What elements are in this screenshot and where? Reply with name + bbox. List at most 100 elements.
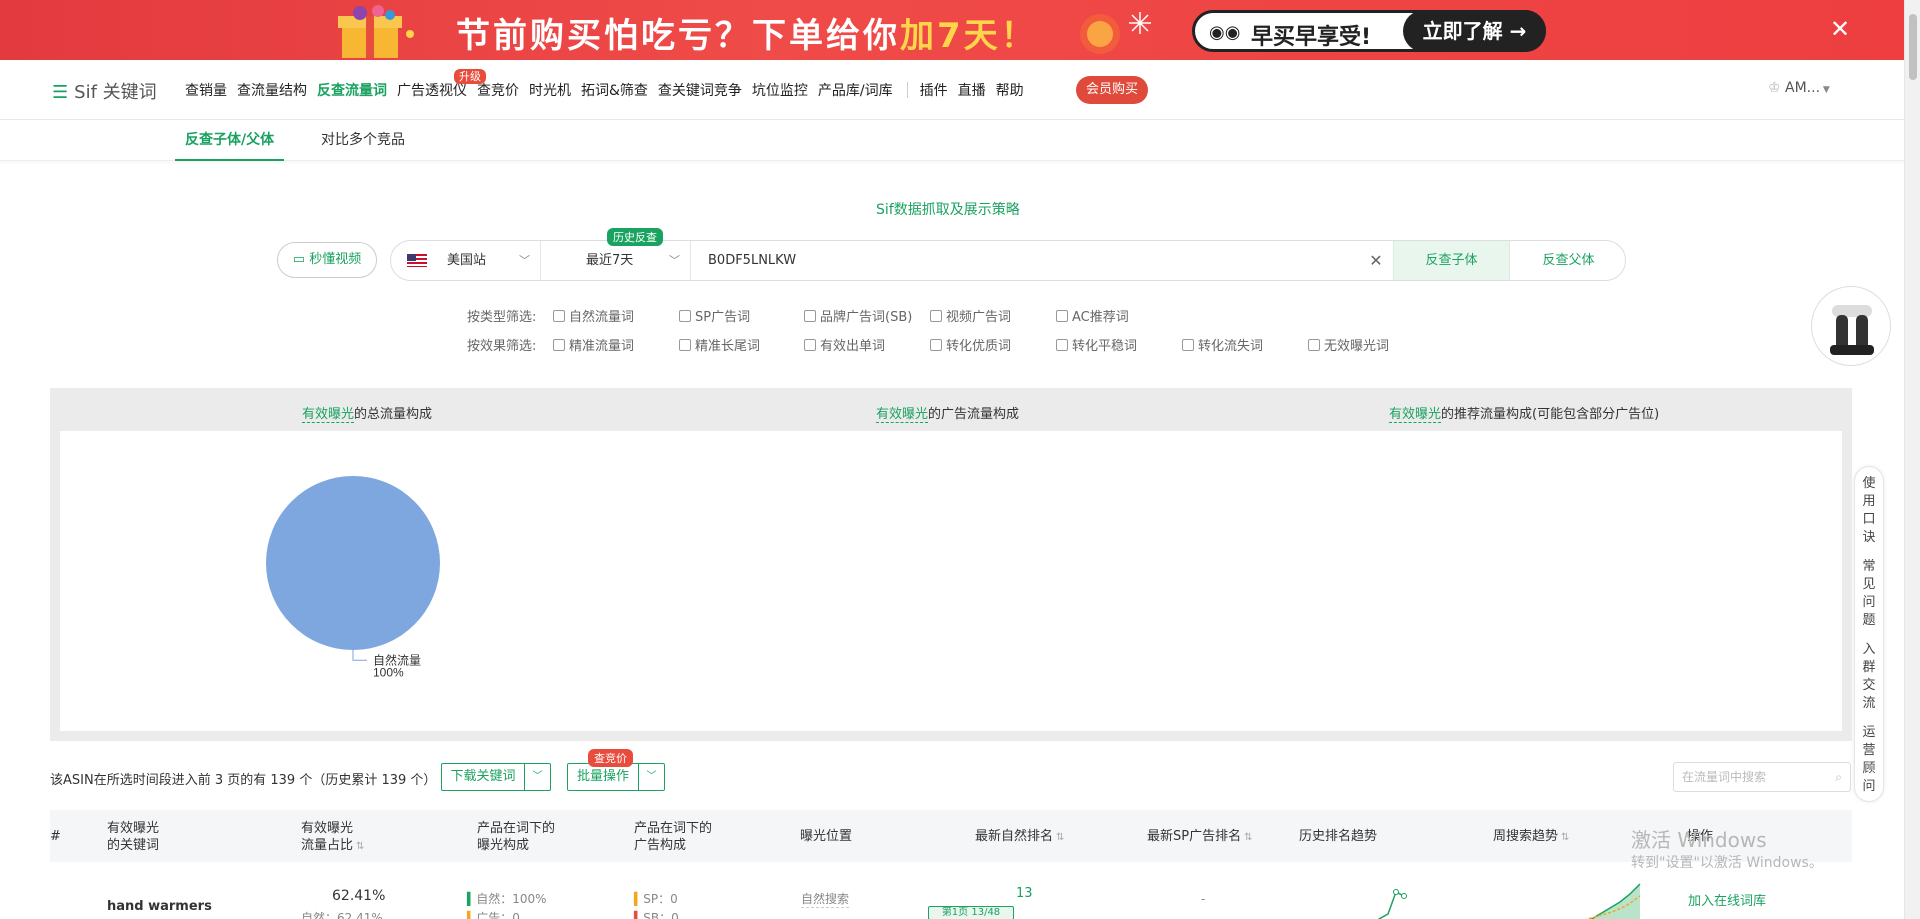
traffic-composition-panel: 有效曝光的总流量构成 有效曝光的广告流量构成 有效曝光的推荐流量构成(可能包含部… [50, 388, 1852, 741]
product-thumbnail[interactable] [1811, 286, 1891, 366]
checkbox[interactable] [804, 310, 816, 322]
type-filter-option[interactable]: AC推荐词 [1056, 306, 1129, 325]
nav-item-plugin[interactable]: 插件 [920, 80, 948, 100]
effect-filter-label: 按效果筛选: [467, 339, 537, 354]
sort-icon[interactable]: ⇅ [1244, 832, 1252, 843]
side-item-join-group[interactable]: 入群交流 [1855, 641, 1883, 713]
type-filter-option[interactable]: 品牌广告词(SB) [804, 306, 912, 325]
checkbox[interactable] [804, 339, 816, 351]
effective-exposure-link[interactable]: 有效曝光 [876, 407, 929, 423]
tab-reverse-child-parent[interactable]: 反查子体/父体 [175, 121, 285, 161]
nav-item-traffic-structure[interactable]: 查流量结构 [237, 80, 307, 100]
reverse-parent-button[interactable]: 反查父体 [1509, 241, 1625, 280]
nav-item-slot-monitor[interactable]: 坑位监控 [752, 80, 808, 100]
checkbox[interactable] [1308, 339, 1320, 351]
pie-slice[interactable] [266, 476, 440, 650]
option-label: 品牌广告词(SB) [820, 310, 913, 325]
bar-marker: ▍ [634, 892, 644, 906]
menu-icon: ☰ [52, 82, 69, 103]
site-select[interactable]: 美国站 ﹀ [391, 241, 541, 280]
reverse-child-button[interactable]: 反查子体 [1393, 241, 1509, 280]
nav-item-help[interactable]: 帮助 [996, 80, 1024, 100]
keyword-search-input[interactable]: 在流量词中搜索 ⌕ [1673, 762, 1851, 792]
col-week-trend[interactable]: 周搜索趋势 ⇅ [1493, 828, 1569, 846]
chevron-down-icon: ﹀ [519, 254, 530, 267]
asin-input[interactable]: B0DF5LNLKW [708, 241, 1358, 280]
effect-filter-option[interactable]: 转化平稳词 [1056, 335, 1137, 354]
vip-purchase-button[interactable]: 会员购买 [1076, 76, 1149, 104]
type-filter-option[interactable]: SP广告词 [679, 306, 750, 325]
checkbox[interactable] [930, 310, 942, 322]
rank-cell[interactable]: 13 [1016, 886, 1033, 901]
type-filter-option[interactable]: 视频广告词 [930, 306, 1011, 325]
chart-title-total: 有效曝光的总流量构成 [302, 403, 432, 423]
strategy-link[interactable]: Sif数据抓取及展示策略 [876, 199, 1020, 219]
search-icon[interactable]: ⌕ [1835, 763, 1842, 791]
nav-item-expand-words[interactable]: 拓词&筛查 [581, 80, 648, 100]
share-cell: 62.41% [332, 888, 386, 904]
checkbox[interactable] [553, 339, 565, 351]
download-keywords-button[interactable]: 下载关键词 ﹀ [441, 763, 551, 791]
chevron-down-icon: ▼ [1820, 85, 1830, 95]
effect-filter-option[interactable]: 有效出单词 [804, 335, 885, 354]
bid-badge[interactable]: 查竞价 [588, 749, 633, 767]
logo[interactable]: ☰ Sif 关键词 [52, 78, 157, 104]
col-position: 曝光位置 [800, 829, 853, 844]
effect-filter-option[interactable]: 转化优质词 [930, 335, 1011, 354]
effect-filter-option[interactable]: 转化流失词 [1182, 335, 1263, 354]
history-badge[interactable]: 历史反查 [607, 228, 663, 246]
sort-icon[interactable]: ⇅ [356, 841, 364, 852]
effect-filter-option[interactable]: 精准流量词 [553, 335, 634, 354]
pie-leader-line [352, 648, 367, 661]
col-label: 周搜索趋势 [1493, 829, 1559, 844]
batch-operation-button[interactable]: 批量操作 ﹀ [567, 763, 665, 791]
vertical-scrollbar[interactable] [1904, 0, 1920, 919]
close-icon[interactable]: ✕ [1830, 14, 1850, 44]
period-select[interactable]: 最近7天 ﹀ [541, 241, 691, 280]
promo-slogan: 早买早享受! [1251, 25, 1372, 50]
checkbox[interactable] [1182, 339, 1194, 351]
effective-exposure-link[interactable]: 有效曝光 [302, 407, 355, 423]
video-guide-button[interactable]: ▭ 秒懂视频 [277, 242, 377, 278]
add-to-library-link[interactable]: 加入在线词库 [1688, 890, 1766, 909]
checkbox[interactable] [1056, 310, 1068, 322]
checkbox[interactable] [930, 339, 942, 351]
chevron-down-icon[interactable]: ﹀ [638, 764, 664, 790]
nav-item-reverse-keywords[interactable]: 反查流量词 [317, 80, 387, 100]
promo-banner[interactable]: 节前购买怕吃亏？下单给你加7天！ ◉◉ 早买早享受! 立即了解 → ✕ [0, 0, 1920, 60]
chevron-down-icon[interactable]: ﹀ [524, 764, 550, 790]
col-label: 产品在词下的 [634, 821, 713, 836]
user-menu[interactable]: ♔ AM... ▼ [1768, 80, 1830, 96]
learn-more-button[interactable]: 立即了解 → [1403, 10, 1546, 52]
nav-item-live[interactable]: 直播 [958, 80, 986, 100]
side-item-usage-tips[interactable]: 使用口诀 [1855, 475, 1883, 547]
history-trend-sparkline[interactable] [1370, 884, 1450, 919]
col-sp-rank[interactable]: 最新SP广告排名 ⇅ [1147, 828, 1252, 846]
nav-item-product-library[interactable]: 产品库/词库 [818, 80, 893, 100]
value: 自然：100% [476, 892, 547, 906]
side-item-faq[interactable]: 常见问题 [1855, 558, 1883, 630]
checkbox[interactable] [679, 310, 691, 322]
col-share[interactable]: 有效曝光 流量占比 ⇅ [301, 820, 364, 855]
sort-icon[interactable]: ⇅ [1056, 832, 1064, 843]
checkbox[interactable] [1056, 339, 1068, 351]
type-filter-option[interactable]: 自然流量词 [553, 306, 634, 325]
week-trend-sparkline[interactable] [1540, 880, 1660, 919]
col-rank[interactable]: 最新自然排名 ⇅ [975, 828, 1064, 846]
keyword-cell[interactable]: hand warmers [107, 899, 212, 914]
side-item-consultant[interactable]: 运营顾问 [1855, 724, 1883, 796]
nav-item-sales[interactable]: 查销量 [185, 80, 227, 100]
nav-item-time-machine[interactable]: 时光机 [529, 80, 571, 100]
nav-item-keyword-competition[interactable]: 查关键词竞争 [658, 80, 742, 100]
scrollbar-thumb[interactable] [1909, 14, 1917, 80]
col-label: 的关键词 [107, 838, 160, 853]
tab-compare-competitors[interactable]: 对比多个竞品 [321, 121, 405, 161]
checkbox[interactable] [679, 339, 691, 351]
sort-icon[interactable]: ⇅ [1561, 832, 1569, 843]
effect-filter-option[interactable]: 无效曝光词 [1308, 335, 1389, 354]
checkbox[interactable] [553, 310, 565, 322]
clear-icon[interactable]: ✕ [1361, 241, 1391, 280]
promo-pill[interactable]: ◉◉ 早买早享受! 立即了解 → [1192, 10, 1546, 52]
effect-filter-option[interactable]: 精准长尾词 [679, 335, 760, 354]
effective-exposure-link[interactable]: 有效曝光 [1389, 407, 1442, 423]
